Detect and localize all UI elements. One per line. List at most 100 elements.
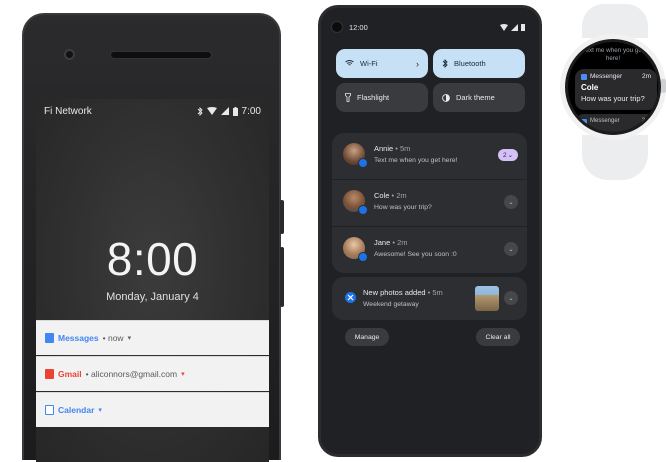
dark-theme-icon xyxy=(442,93,450,102)
signal-icon xyxy=(220,107,229,115)
sender-name: Cole xyxy=(374,191,390,200)
chevron-down-icon: ⌄ xyxy=(507,152,514,159)
photo-thumbnail[interactable] xyxy=(475,286,499,311)
message-preview: How was your trip? xyxy=(374,204,432,211)
conversations-card: Annie • 5m Text me when you get here! 2 ⌄… xyxy=(332,133,527,273)
flashlight-tile[interactable]: Flashlight xyxy=(336,83,428,112)
photos-app-icon xyxy=(345,292,356,303)
notification-title: New photos added xyxy=(363,288,426,297)
messages-badge-icon xyxy=(358,205,368,215)
wifi-icon xyxy=(500,23,508,31)
avatar-annie xyxy=(343,143,368,168)
power-button xyxy=(541,103,542,133)
notification-meta: • now xyxy=(102,333,124,343)
calendar-icon xyxy=(45,405,54,415)
status-time: 12:00 xyxy=(349,22,368,32)
messenger-icon xyxy=(581,74,587,80)
power-button xyxy=(280,200,284,234)
chevron-down-icon[interactable]: ▾ xyxy=(181,370,185,378)
dark-theme-tile[interactable]: Dark theme xyxy=(433,83,525,112)
watch-notification-time: 2m xyxy=(641,73,651,80)
chevron-down-icon[interactable]: ▾ xyxy=(98,406,102,414)
lock-screen: Fi Network 7:00 8:00 Monday, January 4 M… xyxy=(36,99,269,462)
watch-notification-time: 2m xyxy=(641,118,650,124)
messenger-icon xyxy=(581,119,587,125)
message-count-badge[interactable]: 2 ⌄ xyxy=(498,149,518,161)
notification-meta: • aliconnors@gmail.com xyxy=(85,369,178,379)
avatar-jane xyxy=(343,237,368,262)
status-time: 7:00 xyxy=(241,105,261,117)
tile-label: Bluetooth xyxy=(454,59,486,68)
shade-screen: 12:00 Wi-Fi › Bluetooth Flashlight Dark … xyxy=(321,8,539,454)
watch-sender: Cole xyxy=(581,83,599,92)
watch-strap-top xyxy=(582,4,648,38)
gmail-icon xyxy=(45,369,54,379)
notification-app: Calendar xyxy=(58,405,95,415)
photos-notification[interactable]: New photos added • 5m Weekend getaway ⌄ xyxy=(332,277,527,320)
gmail-notification[interactable]: Gmail • aliconnors@gmail.com ▾ xyxy=(36,356,269,391)
earpiece-speaker xyxy=(110,51,212,59)
avatar-cole xyxy=(343,190,368,215)
previous-message-text: Text me when you get here! xyxy=(582,47,644,62)
sender-name: Annie xyxy=(374,144,394,153)
messages-notification[interactable]: Messages • now ▾ xyxy=(36,320,269,355)
messages-badge-icon xyxy=(358,158,368,168)
notification-time: • 5m xyxy=(427,288,443,297)
notification-time: • 2m xyxy=(392,238,408,247)
battery-icon xyxy=(232,106,238,116)
bluetooth-icon xyxy=(442,59,448,68)
lock-date: Monday, January 4 xyxy=(106,291,199,303)
clear-all-button[interactable]: Clear all xyxy=(476,328,520,346)
notification-app: Gmail xyxy=(58,369,82,379)
expand-chevron-icon[interactable]: ⌄ xyxy=(504,242,518,256)
watch-sender-partial: ne xyxy=(581,126,589,133)
phone-lock-screen: Fi Network 7:00 8:00 Monday, January 4 M… xyxy=(22,13,284,462)
tile-label: Wi-Fi xyxy=(360,59,378,68)
battery-icon xyxy=(521,24,525,31)
sender-name: Jane xyxy=(374,238,391,247)
lock-clock: 8:00 xyxy=(106,233,199,285)
calendar-notification[interactable]: Calendar ▾ xyxy=(36,392,269,427)
front-camera xyxy=(64,49,75,60)
punch-hole-camera xyxy=(331,21,343,33)
chevron-down-icon[interactable]: ▾ xyxy=(128,334,132,342)
chevron-right-icon: › xyxy=(416,58,419,69)
conversation-annie[interactable]: Annie • 5m Text me when you get here! 2 ⌄ xyxy=(332,133,527,179)
watch-notification-cole[interactable]: Messenger 2m Cole How was your trip? xyxy=(575,69,657,110)
signal-icon xyxy=(511,23,518,31)
expand-chevron-icon[interactable]: ⌄ xyxy=(504,291,518,305)
notification-text: Weekend getaway xyxy=(363,301,419,308)
flashlight-icon xyxy=(345,93,351,102)
bluetooth-tile[interactable]: Bluetooth xyxy=(433,49,525,78)
notification-app: Messages xyxy=(58,333,99,343)
wifi-icon xyxy=(345,60,354,66)
message-preview: Text me when you get here! xyxy=(374,157,458,164)
tile-label: Flashlight xyxy=(357,93,390,102)
watch-notification-next[interactable]: Messenger 2m ne xyxy=(575,114,657,133)
messages-icon xyxy=(45,333,54,343)
expand-chevron-icon[interactable]: ⌄ xyxy=(504,195,518,209)
conversation-jane[interactable]: Jane • 2m Awesome! See you soon :0 ⌄ xyxy=(332,227,527,273)
status-bar: Fi Network 7:00 xyxy=(36,99,269,123)
notification-time: • 2m xyxy=(391,191,407,200)
watch-crown xyxy=(661,79,666,93)
message-count: 2 xyxy=(502,151,507,159)
watch-app-name: Messenger xyxy=(590,118,620,124)
tile-label: Dark theme xyxy=(456,93,495,102)
status-bar: 12:00 xyxy=(321,18,539,36)
manage-button[interactable]: Manage xyxy=(345,328,389,346)
watch-strap-bottom xyxy=(582,135,648,180)
watch-app-name: Messenger xyxy=(590,73,623,80)
wifi-icon xyxy=(206,107,217,115)
carrier-name: Fi Network xyxy=(44,105,92,117)
volume-button xyxy=(280,247,284,307)
watch-screen: Text me when you get here! Messenger 2m … xyxy=(565,39,661,135)
bluetooth-icon xyxy=(197,106,203,116)
message-preview: Awesome! See you soon :0 xyxy=(374,251,457,258)
wifi-tile[interactable]: Wi-Fi › xyxy=(336,49,428,78)
watch-message: How was your trip? xyxy=(581,94,645,103)
messages-badge-icon xyxy=(358,252,368,262)
notification-time: • 5m xyxy=(395,144,411,153)
phone-notification-shade: 12:00 Wi-Fi › Bluetooth Flashlight Dark … xyxy=(318,5,542,457)
conversation-cole[interactable]: Cole • 2m How was your trip? ⌄ xyxy=(332,180,527,226)
